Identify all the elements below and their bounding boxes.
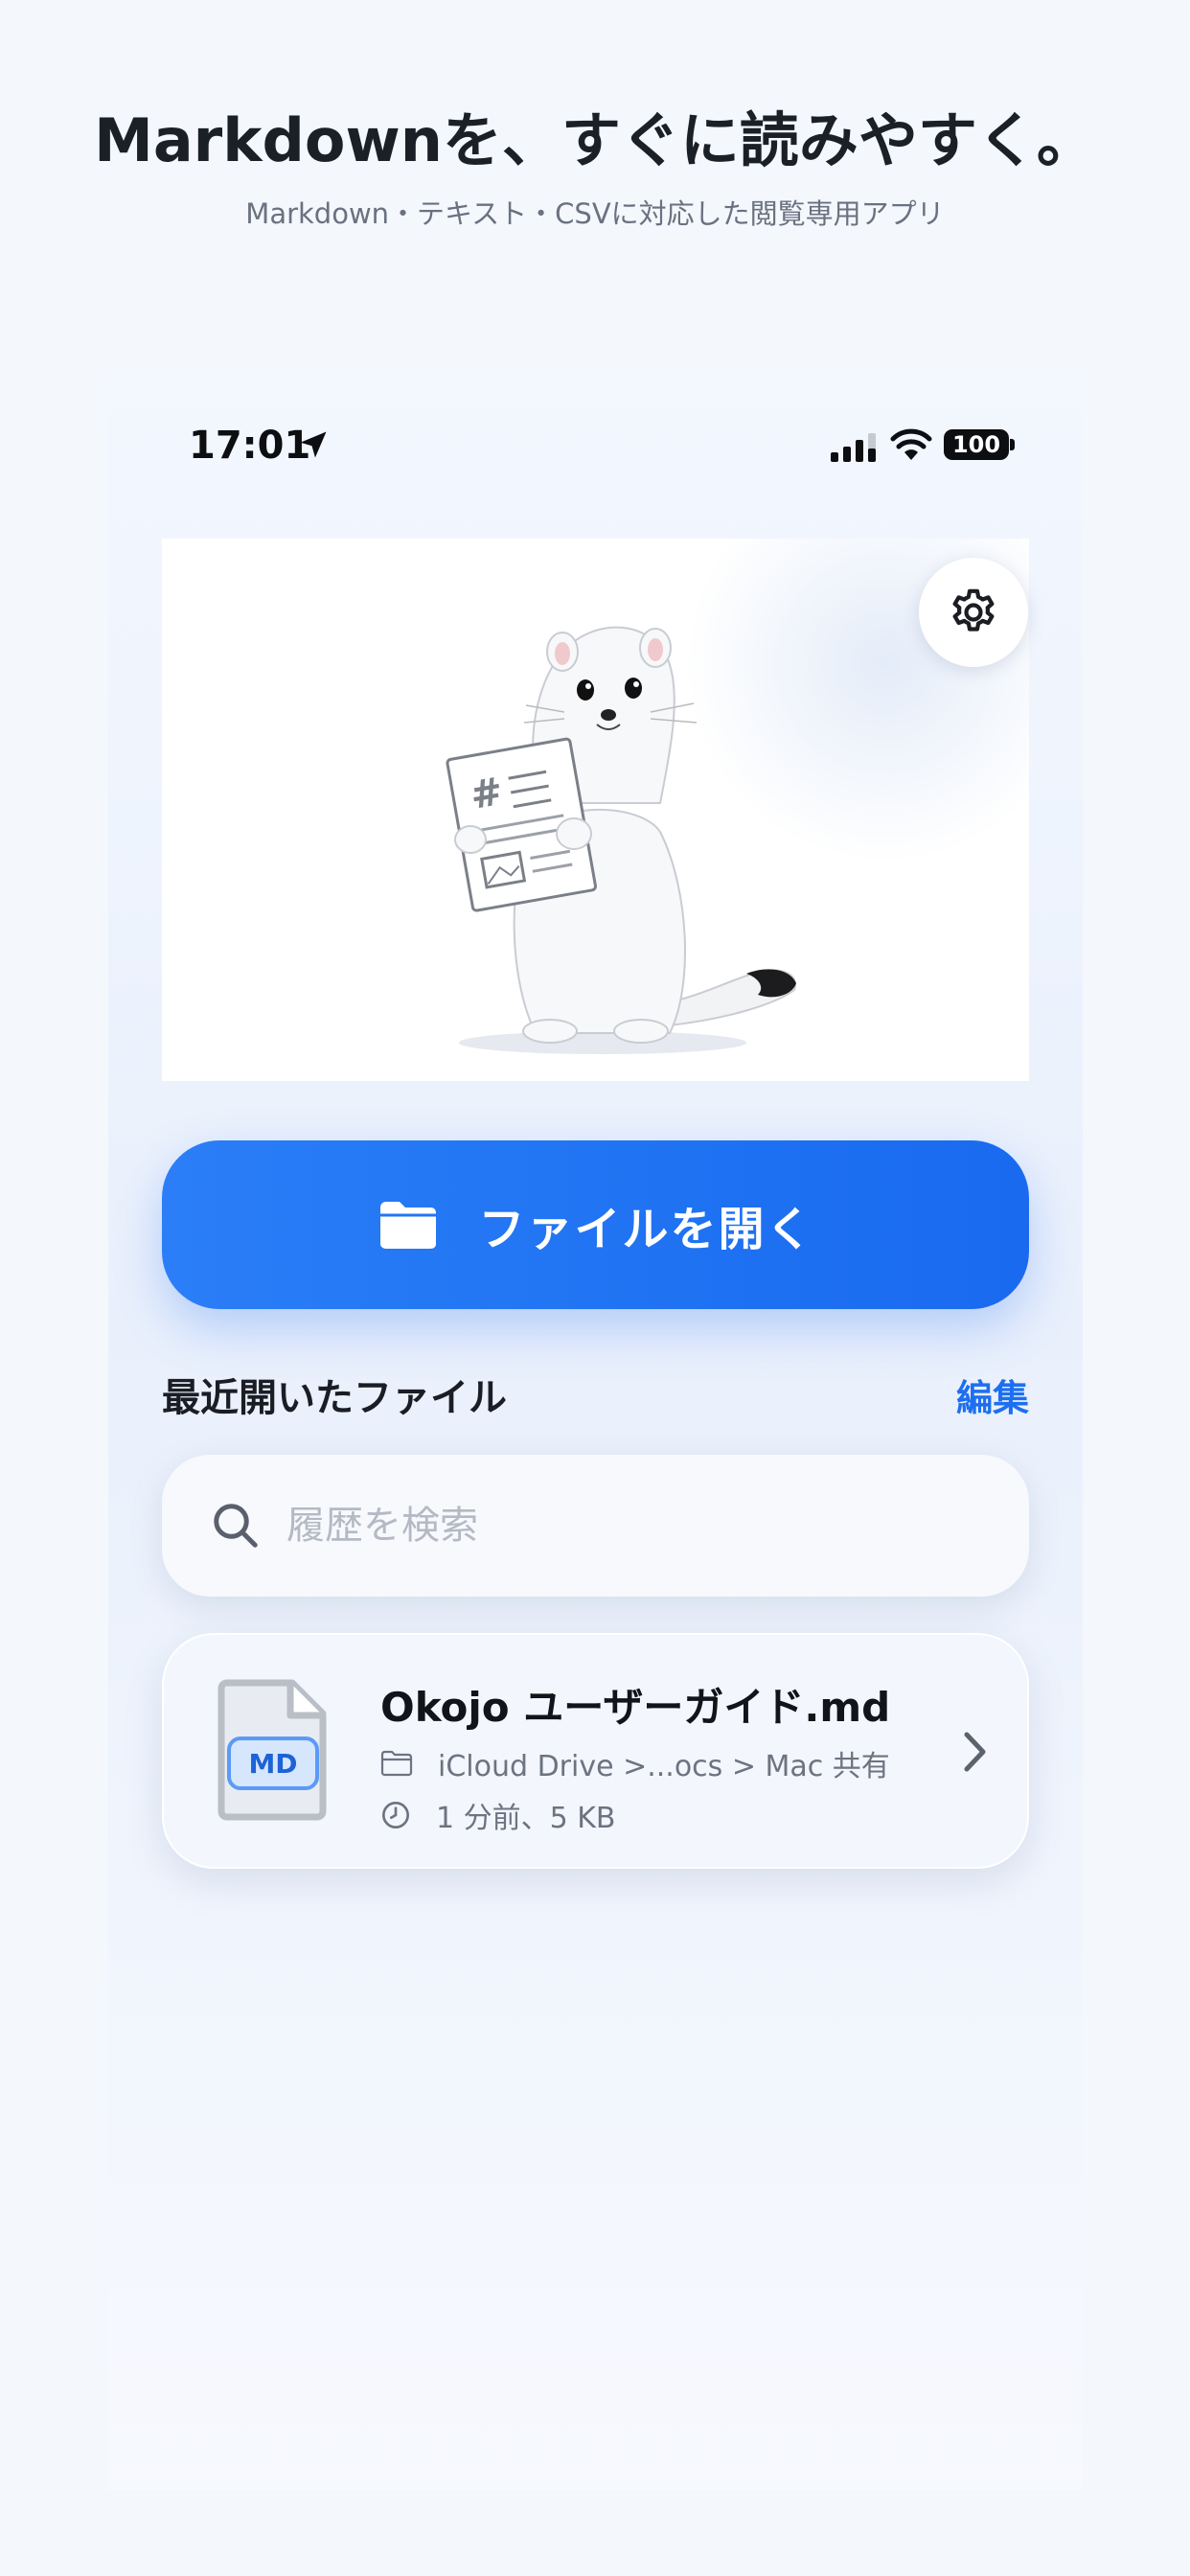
gear-icon [952, 588, 995, 632]
search-icon [214, 1504, 258, 1548]
recent-file-row[interactable]: MD Okojo ユーザーガイド.md iCloud Drive >...ocs… [162, 1633, 1029, 1869]
chevron-right-icon [964, 1732, 986, 1772]
promo-headline: Markdownを、すぐに読みやすく。 [94, 105, 1096, 175]
open-file-button[interactable]: ファイルを開く [162, 1140, 1029, 1309]
open-file-label: ファイルを開く [478, 1203, 814, 1256]
battery-indicator: 100 [944, 429, 1009, 460]
ermine-mascot-illustration: # [446, 626, 796, 1054]
md-badge: MD [248, 1748, 297, 1780]
md-file-icon: MD [217, 1679, 327, 1821]
hero-image: # [162, 539, 1029, 1081]
file-details: 1 分前、5 KB [436, 1802, 616, 1835]
file-details-row: 1 分前、5 KB [380, 1794, 616, 1836]
file-location-row: iCloud Drive >...ocs > Mac 共有 [380, 1742, 890, 1784]
promo-subline: Markdown・テキスト・CSVに対応した閲覧専用アプリ [245, 197, 945, 230]
settings-button[interactable] [919, 558, 1028, 667]
edit-button[interactable]: 編集 [956, 1368, 1029, 1421]
small-folder-icon [380, 1750, 413, 1777]
phone-screen: 17:01 100 # ファイルを開く 最近開いたファイル 編集 履歴を検索 M… [108, 374, 1083, 2490]
signal-icon [831, 433, 876, 462]
recent-files-title: 最近開いたファイル [162, 1376, 507, 1420]
folder-icon [380, 1202, 437, 1249]
history-search-input[interactable] [286, 1504, 938, 1548]
status-time: 17:01 [189, 424, 311, 468]
file-name: Okojo ユーザーガイド.md [380, 1684, 891, 1731]
history-search-box[interactable] [162, 1455, 1029, 1597]
location-arrow-icon [300, 431, 327, 458]
file-location: iCloud Drive >...ocs > Mac 共有 [438, 1750, 890, 1783]
clock-icon [382, 1802, 409, 1828]
wifi-icon [890, 428, 932, 460]
battery-tip [1010, 439, 1015, 450]
